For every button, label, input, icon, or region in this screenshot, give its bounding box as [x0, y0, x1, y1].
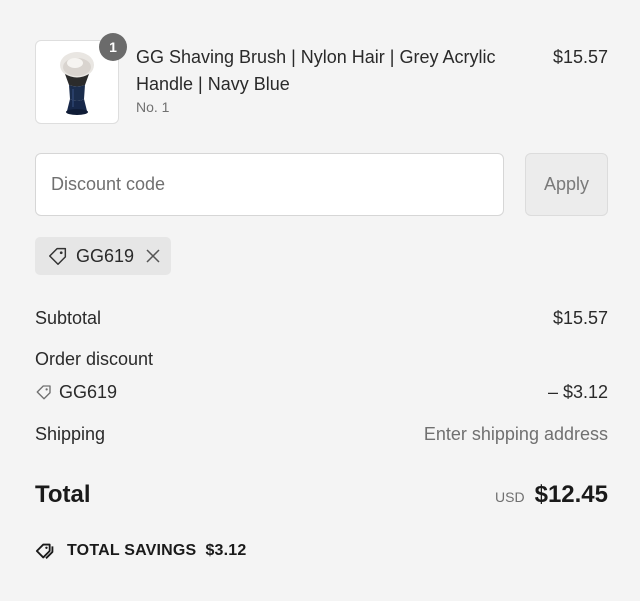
discount-code-summary: GG619 — [35, 379, 117, 405]
product-variant: No. 1 — [136, 99, 170, 115]
total-amount-group: USD $12.45 — [495, 478, 608, 514]
discount-code-label: GG619 — [59, 382, 118, 402]
tag-icon — [36, 385, 51, 400]
discount-value: – $3.12 — [547, 382, 608, 402]
product-title: GG Shaving Brush | Nylon Hair | Grey Acr… — [136, 47, 496, 94]
subtotal-row: Subtotal $15.57 — [35, 305, 608, 331]
remove-discount-button[interactable] — [144, 247, 162, 265]
product-price: $15.57 — [552, 47, 608, 67]
savings-tag-icon — [35, 543, 54, 559]
shipping-label: Shipping — [35, 424, 106, 444]
shipping-value: Enter shipping address — [423, 424, 608, 444]
applied-discount-code: GG619 — [76, 245, 135, 266]
product-thumbnail: 1 — [35, 33, 127, 124]
total-savings: TOTAL SAVINGS $3.12 — [35, 540, 246, 562]
subtotal-label: Subtotal — [35, 308, 102, 328]
discount-code-row: GG619 – $3.12 — [35, 379, 608, 405]
order-discount-row: Order discount — [35, 346, 608, 372]
total-label: Total — [35, 481, 91, 508]
shipping-row: Shipping Enter shipping address — [35, 421, 608, 447]
apply-discount-button[interactable]: Apply — [525, 153, 608, 216]
subtotal-value: $15.57 — [552, 308, 608, 328]
order-discount-label: Order discount — [35, 349, 154, 369]
total-savings-label: TOTAL SAVINGS — [67, 542, 197, 559]
total-amount: $12.45 — [534, 481, 608, 508]
quantity-badge: 1 — [99, 33, 127, 61]
discount-code-input[interactable] — [35, 153, 504, 216]
total-savings-value: $3.12 — [205, 542, 247, 559]
tag-icon — [49, 247, 67, 265]
line-item: 1 GG Shaving Brush | Nylon Hair | Grey A… — [35, 33, 608, 124]
close-icon — [146, 249, 160, 263]
currency-code: USD — [495, 489, 525, 505]
applied-discount-chip: GG619 — [35, 237, 171, 275]
total-row: Total USD $12.45 — [35, 478, 608, 512]
